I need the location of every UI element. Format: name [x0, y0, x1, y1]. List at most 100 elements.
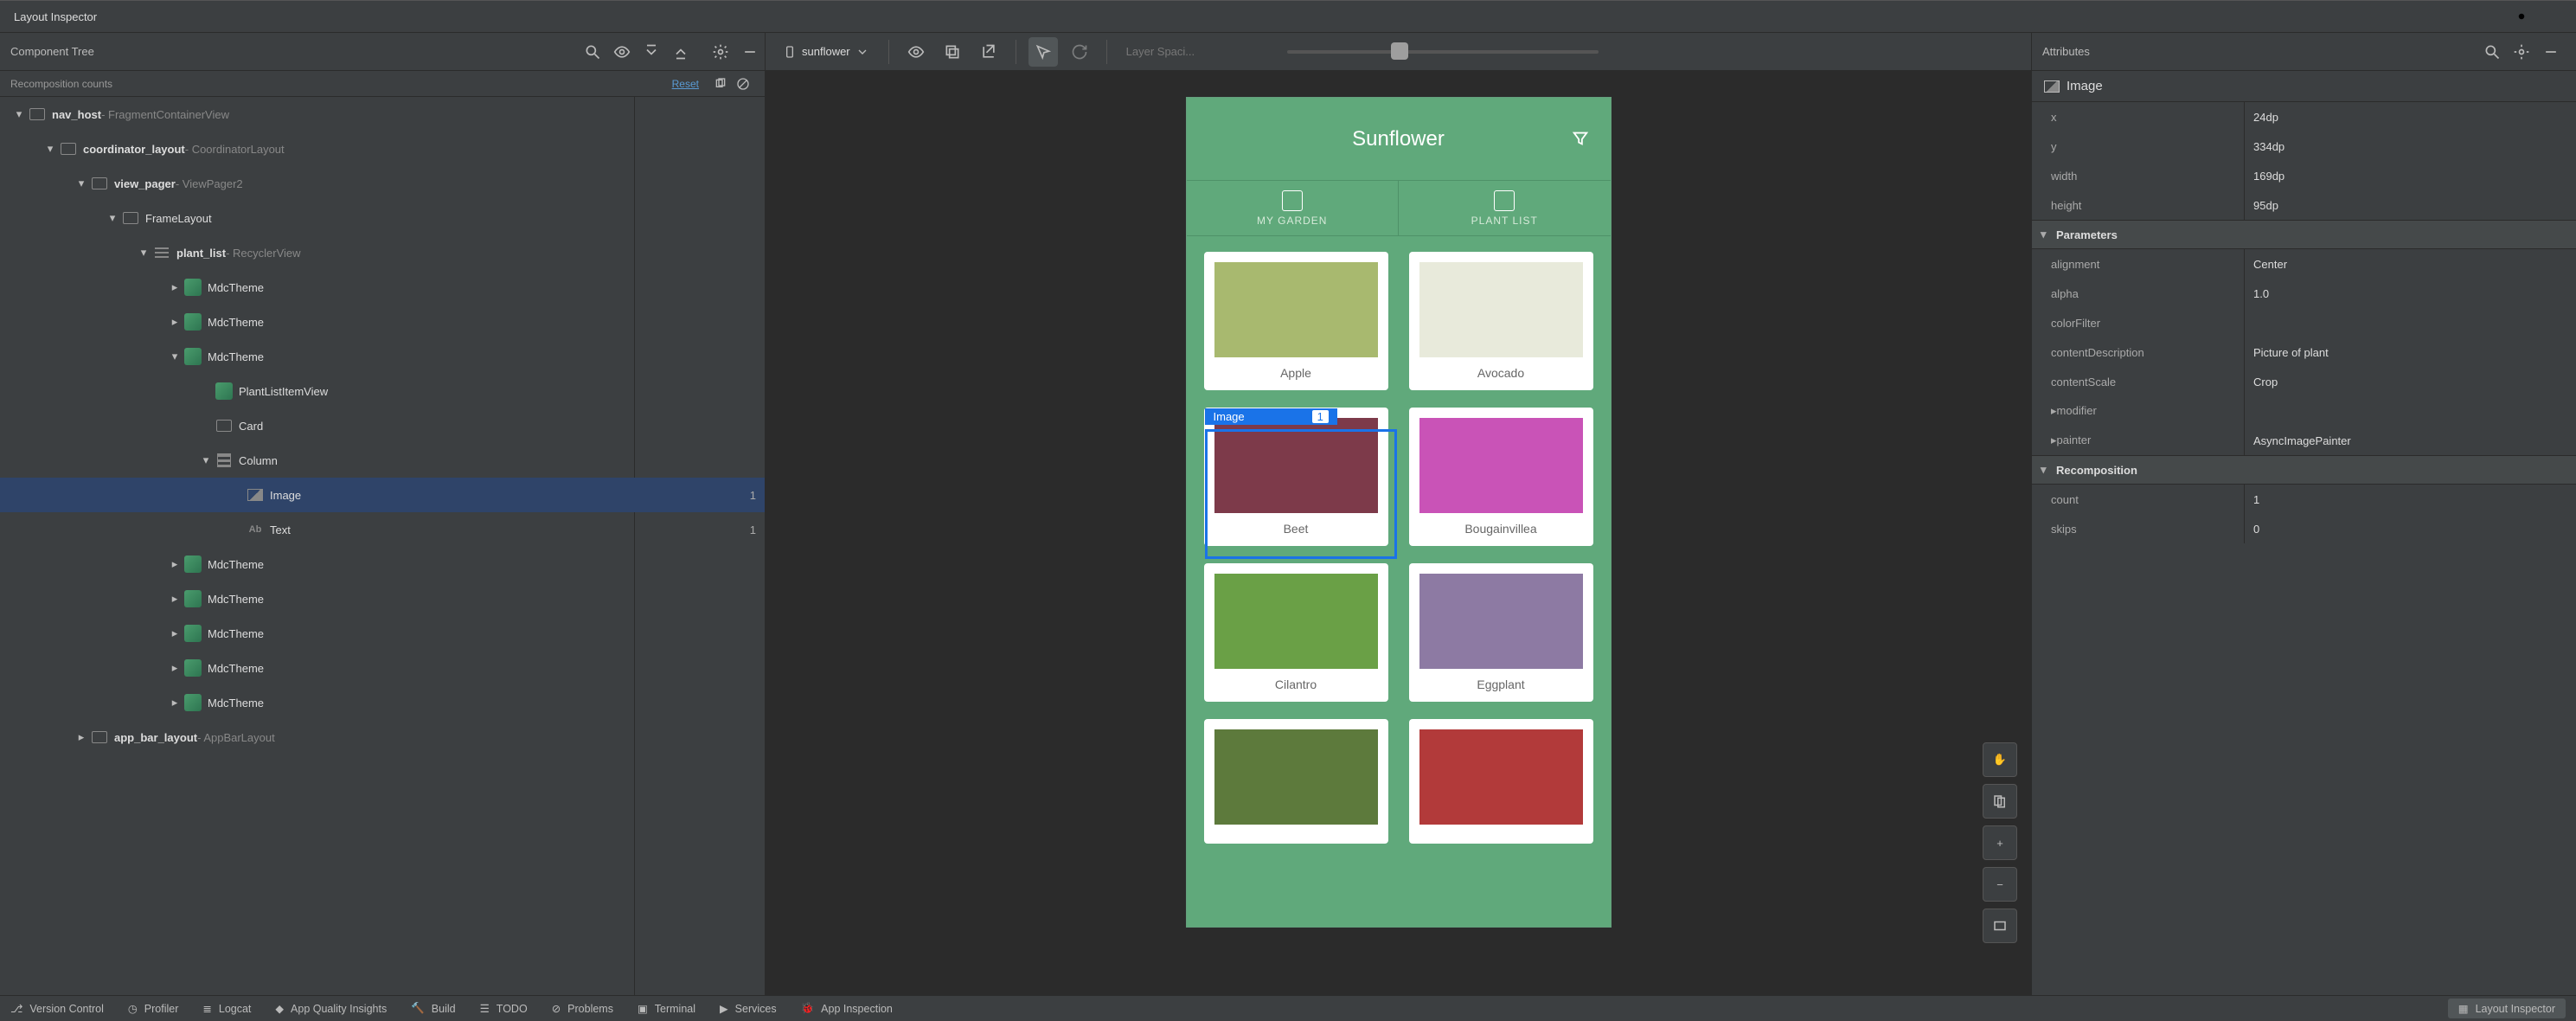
window-title: Layout Inspector: [14, 10, 97, 23]
attr-section-header[interactable]: ▾Recomposition: [2032, 455, 2576, 485]
eye-icon-2[interactable]: [901, 37, 931, 67]
counts-header: Recomposition counts: [10, 78, 112, 90]
attr-row[interactable]: alignmentCenter: [2032, 249, 2576, 279]
app-title: Sunflower: [1352, 127, 1445, 151]
minimize-attrs-icon[interactable]: [2536, 37, 2566, 67]
tree-node[interactable]: ▾nav_host - FragmentContainerView: [0, 97, 765, 132]
plant-card[interactable]: Apple: [1204, 252, 1388, 390]
plant-card[interactable]: [1409, 719, 1593, 844]
tree-node[interactable]: ▸MdcTheme: [0, 685, 765, 720]
layer-spacing-slider[interactable]: [1287, 49, 1599, 55]
copy-icon[interactable]: [709, 73, 732, 95]
tool-window-tab[interactable]: ▶Services: [720, 1002, 777, 1015]
garden-icon: [1282, 190, 1303, 211]
attributes-panel: Image x24dpy334dpwidth169dpheight95dp▾Pa…: [2031, 71, 2576, 995]
search-icon-attrs[interactable]: [2477, 37, 2507, 67]
tree-node[interactable]: ▸MdcTheme: [0, 270, 765, 305]
gear-icon[interactable]: [2510, 5, 2533, 28]
tab-my-garden[interactable]: MY GARDEN: [1187, 181, 1400, 235]
device-name: sunflower: [802, 45, 850, 58]
tool-window-tab[interactable]: ≣Logcat: [202, 1002, 251, 1015]
plant-card[interactable]: Avocado: [1409, 252, 1593, 390]
refresh-icon[interactable]: [1065, 37, 1094, 67]
select-mode-icon[interactable]: [1028, 37, 1058, 67]
plant-card[interactable]: Beet: [1204, 408, 1388, 546]
tree-node[interactable]: ▾view_pager - ViewPager2: [0, 166, 765, 201]
attr-row[interactable]: contentScaleCrop: [2032, 367, 2576, 396]
reset-link[interactable]: Reset: [672, 78, 699, 90]
tree-panel-title: Component Tree: [10, 45, 578, 58]
attr-row[interactable]: alpha1.0: [2032, 279, 2576, 308]
tree-node[interactable]: ▸MdcTheme: [0, 305, 765, 339]
attributes-panel-title: Attributes: [2042, 45, 2477, 58]
layer-spacing-label: Layer Spaci...: [1126, 45, 1273, 58]
tree-node[interactable]: ▸MdcTheme: [0, 616, 765, 651]
attr-row[interactable]: ▸painterAsyncImagePainter: [2032, 426, 2576, 455]
tool-window-tab-active[interactable]: ▦Layout Inspector: [2448, 999, 2566, 1018]
tree-node[interactable]: ▾coordinator_layout - CoordinatorLayout: [0, 132, 765, 166]
plant-icon: [1494, 190, 1515, 211]
tree-node[interactable]: Card: [0, 408, 765, 443]
tool-window-bar: ⎇Version Control ◷Profiler ≣Logcat ◆App Qua…: [0, 995, 2576, 1021]
component-tree: Recomposition counts Reset ▾nav_host - F…: [0, 71, 766, 995]
no-entry-icon[interactable]: [732, 73, 754, 95]
export-icon[interactable]: [974, 37, 1003, 67]
tool-window-tab[interactable]: 🔨Build: [411, 1002, 455, 1015]
attr-row[interactable]: contentDescriptionPicture of plant: [2032, 337, 2576, 367]
filter-icon[interactable]: [1567, 125, 1593, 151]
attr-row[interactable]: y334dp: [2032, 132, 2576, 161]
tree-node[interactable]: ▾MdcTheme: [0, 339, 765, 374]
attr-row[interactable]: skips0: [2032, 514, 2576, 543]
tool-window-tab[interactable]: ◆App Quality Insights: [275, 1002, 387, 1015]
plant-card[interactable]: [1204, 719, 1388, 844]
plant-card[interactable]: Bougainvillea: [1409, 408, 1593, 546]
attr-row[interactable]: x24dp: [2032, 102, 2576, 132]
attr-row[interactable]: count1: [2032, 485, 2576, 514]
tool-window-tab[interactable]: 🐞App Inspection: [801, 1002, 893, 1015]
plant-card[interactable]: Eggplant: [1409, 563, 1593, 702]
settings-icon[interactable]: [706, 37, 735, 67]
attr-row[interactable]: colorFilter: [2032, 308, 2576, 337]
collapse-icon[interactable]: [637, 37, 666, 67]
snapshot-icon[interactable]: [938, 37, 967, 67]
attr-row[interactable]: ▸modifier: [2032, 396, 2576, 426]
tree-node[interactable]: ▾Column: [0, 443, 765, 478]
selection-tag: Image 1: [1205, 408, 1337, 425]
tool-window-tab[interactable]: ◷Profiler: [128, 1002, 179, 1015]
fit-icon[interactable]: [1983, 909, 2017, 943]
gear-icon-attrs[interactable]: [2507, 37, 2536, 67]
plant-card[interactable]: Cilantro: [1204, 563, 1388, 702]
tree-node[interactable]: ▸app_bar_layout - AppBarLayout: [0, 720, 765, 755]
window-titlebar: Layout Inspector: [0, 0, 2576, 33]
tool-window-tab[interactable]: ☰TODO: [480, 1002, 528, 1015]
tree-node[interactable]: Image1: [0, 478, 765, 512]
expand-icon[interactable]: [666, 37, 695, 67]
tool-window-tab[interactable]: ▣Terminal: [638, 1002, 695, 1015]
zoom-in-icon[interactable]: +: [1983, 825, 2017, 860]
tree-node[interactable]: ▸MdcTheme: [0, 581, 765, 616]
pan-icon[interactable]: ✋: [1983, 742, 2017, 777]
tab-plant-list[interactable]: PLANT LIST: [1399, 181, 1611, 235]
tree-node[interactable]: ▸MdcTheme: [0, 651, 765, 685]
layout-preview[interactable]: Sunflower MY GARDEN PLANT LIST App: [766, 71, 2031, 995]
tool-window-tab[interactable]: ⎇Version Control: [10, 1002, 104, 1015]
attr-section-header[interactable]: ▾Parameters: [2032, 220, 2576, 249]
tree-node[interactable]: ▾plant_list - RecyclerView: [0, 235, 765, 270]
zoom-out-icon[interactable]: −: [1983, 867, 2017, 902]
minimize-icon[interactable]: [2540, 5, 2562, 28]
phone-icon: [783, 45, 797, 59]
minimize-panel-icon[interactable]: [735, 37, 765, 67]
tree-node[interactable]: PlantListItemView: [0, 374, 765, 408]
tree-node[interactable]: ▾FrameLayout: [0, 201, 765, 235]
tool-window-tab[interactable]: ⊘Problems: [552, 1002, 613, 1015]
search-icon[interactable]: [578, 37, 607, 67]
toolbar: Component Tree sunflower Layer Spaci...: [0, 33, 2576, 71]
attr-row[interactable]: height95dp: [2032, 190, 2576, 220]
eye-icon[interactable]: [607, 37, 637, 67]
layers-icon[interactable]: [1983, 784, 2017, 819]
device-dropdown[interactable]: sunflower: [776, 39, 876, 65]
attr-row[interactable]: width169dp: [2032, 161, 2576, 190]
tree-node[interactable]: ▸MdcTheme: [0, 547, 765, 581]
tree-node[interactable]: AbText1: [0, 512, 765, 547]
image-icon: [2044, 80, 2060, 93]
